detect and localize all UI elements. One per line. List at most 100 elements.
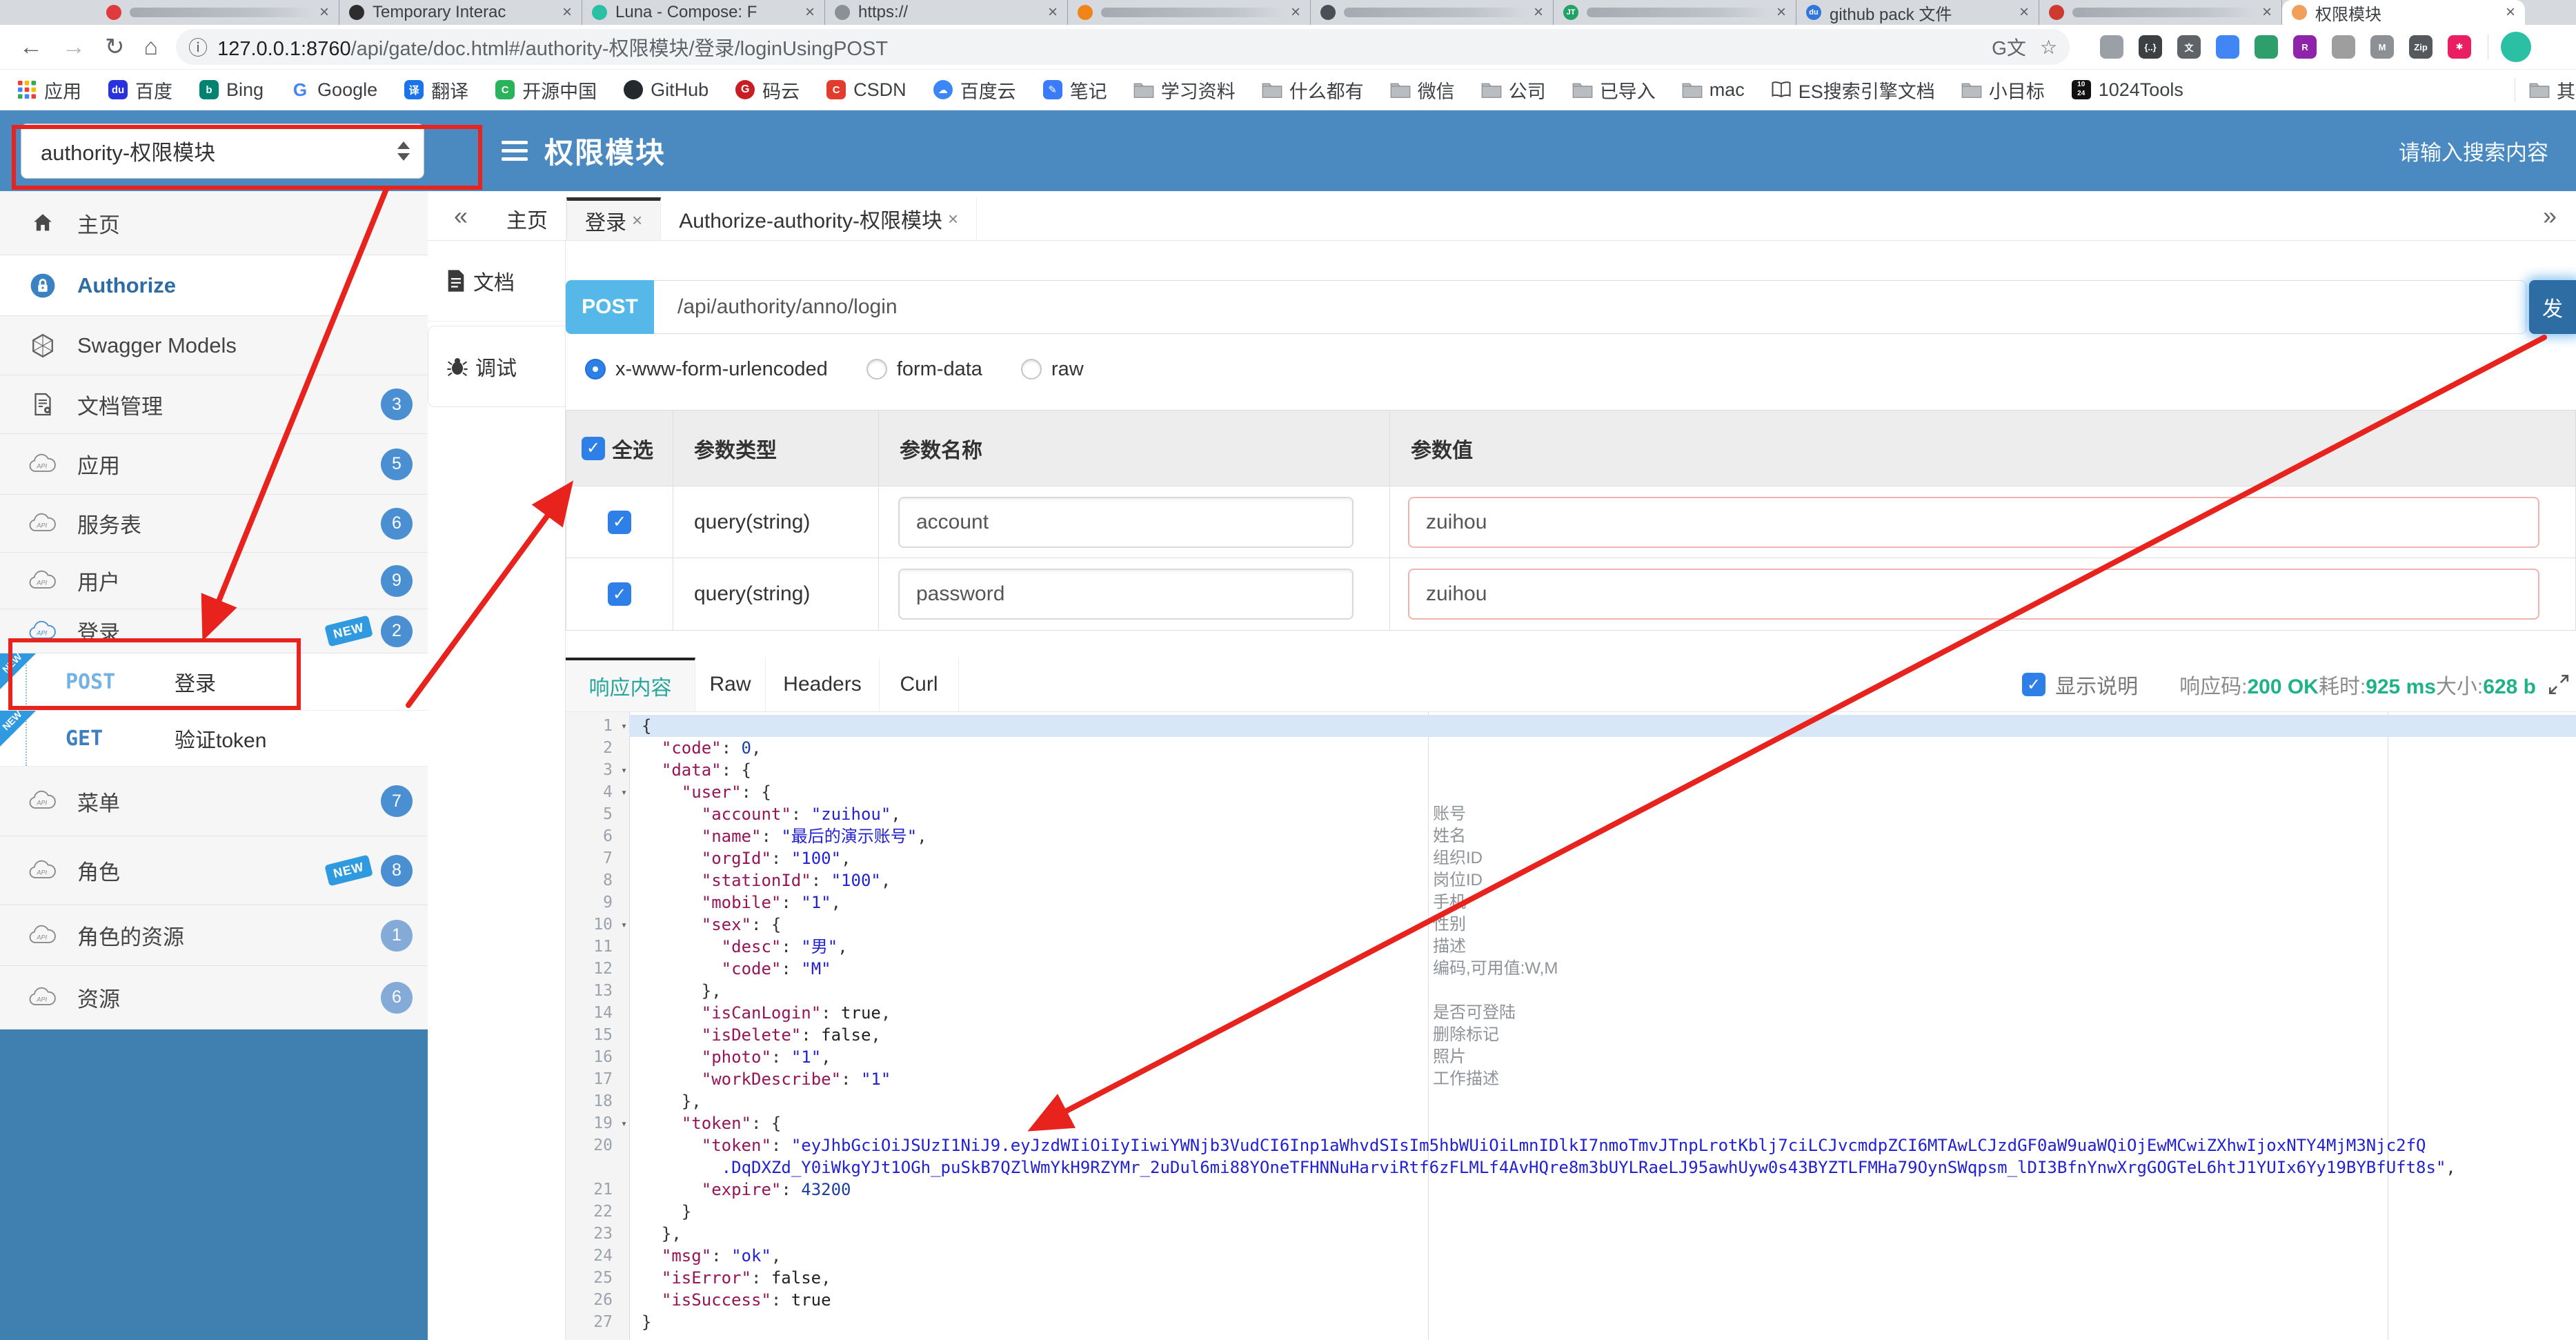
bookmark-item[interactable]: mac (1682, 79, 1745, 101)
bookmark-item[interactable]: b Bing (199, 79, 264, 101)
sidebar-item[interactable]: API 角色 NEW 8 (0, 836, 428, 905)
sidebar-item[interactable]: API 菜单 7 (0, 767, 428, 836)
bookmark-item[interactable]: C CSDN (826, 79, 906, 101)
rail-item-doc[interactable]: 文档 (428, 241, 565, 322)
request-path-input[interactable]: /api/authority/anno/login (654, 280, 2526, 334)
bookmark-item[interactable]: ✎ 笔记 (1042, 77, 1107, 104)
bookmark-item[interactable]: 学习资料 (1133, 77, 1236, 104)
tab-close-icon[interactable]: × (1776, 3, 1786, 22)
bookmark-item[interactable]: 微信 (1390, 77, 1455, 104)
page-tab[interactable]: 主页 (488, 197, 567, 240)
docs-icon[interactable] (2100, 35, 2124, 59)
bookmark-item[interactable]: 译翻译 (404, 77, 468, 104)
page-tab[interactable]: 登录 × (566, 197, 662, 240)
browser-tab[interactable]: Luna - Compose: F × (582, 0, 825, 25)
param-checkbox[interactable]: ✓ (608, 582, 631, 606)
sidebar-item[interactable]: Authorize (0, 255, 428, 316)
param-name-input[interactable]: account (898, 496, 1354, 548)
r-extension-icon[interactable]: R (2293, 35, 2317, 59)
fold-arrow-icon[interactable]: ▾ (621, 914, 627, 936)
bookmark-item[interactable]: ES搜索引擎文档 (1771, 77, 1935, 104)
tab-close-icon[interactable]: × (562, 3, 572, 22)
translate-icon[interactable]: G文 (1992, 33, 2026, 61)
bookmark-item[interactable]: G Google (290, 79, 377, 101)
expand-tabs-icon[interactable]: » (2543, 201, 2557, 230)
other-bookmarks-folder[interactable]: 其他 (2529, 77, 2576, 104)
sidebar-item[interactable]: API 用户 9 (0, 553, 428, 609)
profile-avatar[interactable] (2501, 32, 2532, 62)
header-search-placeholder[interactable]: 请输入搜索内容 (2399, 135, 2548, 166)
m-extension-icon[interactable]: M (2370, 35, 2395, 59)
tab-close-icon[interactable]: × (319, 3, 329, 22)
tab-close-icon[interactable]: × (948, 208, 958, 230)
bookmark-item[interactable]: ☁ 百度云 (933, 77, 1016, 104)
browser-tab[interactable]: JT × (1554, 0, 1796, 25)
reload-icon[interactable]: ↻ (105, 33, 125, 61)
bookmark-item[interactable]: C 开源中国 (495, 77, 597, 104)
param-value-input[interactable]: zuihou (1408, 569, 2539, 620)
response-tab[interactable]: Headers (766, 658, 880, 711)
tab-close-icon[interactable]: × (1048, 3, 1058, 22)
browser-tab[interactable]: 权限模块 × (2282, 0, 2525, 25)
tab-close-icon[interactable]: × (1291, 3, 1300, 22)
rail-item-debug[interactable]: 调试 (428, 326, 565, 407)
chrome-icon[interactable] (2216, 35, 2240, 59)
circle-extension-icon[interactable] (2332, 35, 2356, 59)
response-tab[interactable]: 响应内容 (566, 658, 695, 711)
param-checkbox[interactable]: ✓ (608, 510, 631, 534)
fullscreen-icon[interactable] (2547, 673, 2570, 696)
content-type-radio[interactable] (585, 359, 606, 380)
content-type-radio[interactable] (1020, 359, 1042, 380)
tab-close-icon[interactable]: × (805, 3, 815, 22)
back-icon[interactable]: ← (19, 34, 43, 61)
content-type-radio[interactable] (866, 359, 887, 380)
bookmark-item[interactable]: 什么都有 (1262, 77, 1364, 104)
browser-tab[interactable]: https:// × (825, 0, 1068, 25)
tab-close-icon[interactable]: × (2506, 3, 2515, 22)
module-select-dropdown[interactable]: authority-权限模块 (21, 123, 424, 179)
response-tab[interactable]: Curl (880, 658, 959, 711)
sidebar-item[interactable]: 主页 (0, 191, 428, 255)
fold-arrow-icon[interactable]: ▾ (621, 715, 627, 737)
browser-tab[interactable]: × (1068, 0, 1311, 25)
browser-tab[interactable]: du github pack 文件 × (1796, 0, 2039, 25)
select-all-checkbox[interactable]: ✓ (582, 436, 605, 460)
fold-arrow-icon[interactable]: ▾ (621, 781, 627, 803)
sidebar-item[interactable]: API 角色的资源 1 (0, 905, 428, 966)
bookmark-item[interactable]: 小目标 (1961, 77, 2045, 104)
site-info-icon[interactable]: ⓘ (188, 33, 208, 61)
sidebar-endpoint-get[interactable]: NEW GET 验证token (0, 709, 428, 767)
earth-icon[interactable] (2255, 35, 2279, 59)
bookmark-item[interactable]: du 百度 (108, 77, 172, 104)
bookmark-star-icon[interactable]: ☆ (2040, 36, 2057, 59)
menu-toggle-icon[interactable] (502, 139, 528, 164)
sidebar-item[interactable]: Swagger Models (0, 316, 428, 375)
bookmark-item[interactable]: 公司 (1481, 77, 1546, 104)
sidebar-item[interactable]: API 资源 6 (0, 966, 428, 1029)
sidebar-endpoint-post[interactable]: NEW POST 登录 (0, 651, 428, 711)
bookmark-item[interactable]: 应用 (17, 77, 81, 104)
sidebar-item[interactable]: API 登录 NEW 2 (0, 609, 428, 653)
show-description-checkbox[interactable]: ✓ (2022, 673, 2046, 696)
browser-tab[interactable]: Temporary Interac × (339, 0, 582, 25)
bookmark-item[interactable]: 已导入 (1572, 77, 1656, 104)
gitzip-icon[interactable]: Zip (2409, 35, 2433, 59)
translate-pen-icon[interactable]: 文 (2177, 35, 2201, 59)
browser-tab[interactable]: × (97, 0, 339, 25)
fold-arrow-icon[interactable]: ▾ (621, 1112, 627, 1134)
bookmark-item[interactable]: GitHub (623, 79, 709, 101)
sidebar-item[interactable]: API 服务表 6 (0, 495, 428, 553)
bookmark-item[interactable]: 10 24 1024Tools (2071, 79, 2183, 101)
sidebar-item[interactable]: API 应用 5 (0, 434, 428, 495)
tab-close-icon[interactable]: × (1534, 3, 1543, 22)
tab-close-icon[interactable]: × (2262, 3, 2272, 22)
home-icon[interactable]: ⌂ (144, 34, 159, 61)
browser-tab[interactable]: × (2039, 0, 2282, 25)
response-tab[interactable]: Raw (695, 658, 766, 711)
tab-close-icon[interactable]: × (632, 210, 642, 231)
browser-tab[interactable]: × (1311, 0, 1554, 25)
send-button[interactable]: 发 (2529, 280, 2576, 334)
asterisk-extension-icon[interactable]: ✱ (2448, 35, 2472, 59)
forward-icon[interactable]: → (62, 34, 86, 61)
url-bar[interactable]: ⓘ 127.0.0.1:8760/api/gate/doc.html#/auth… (176, 29, 2070, 65)
